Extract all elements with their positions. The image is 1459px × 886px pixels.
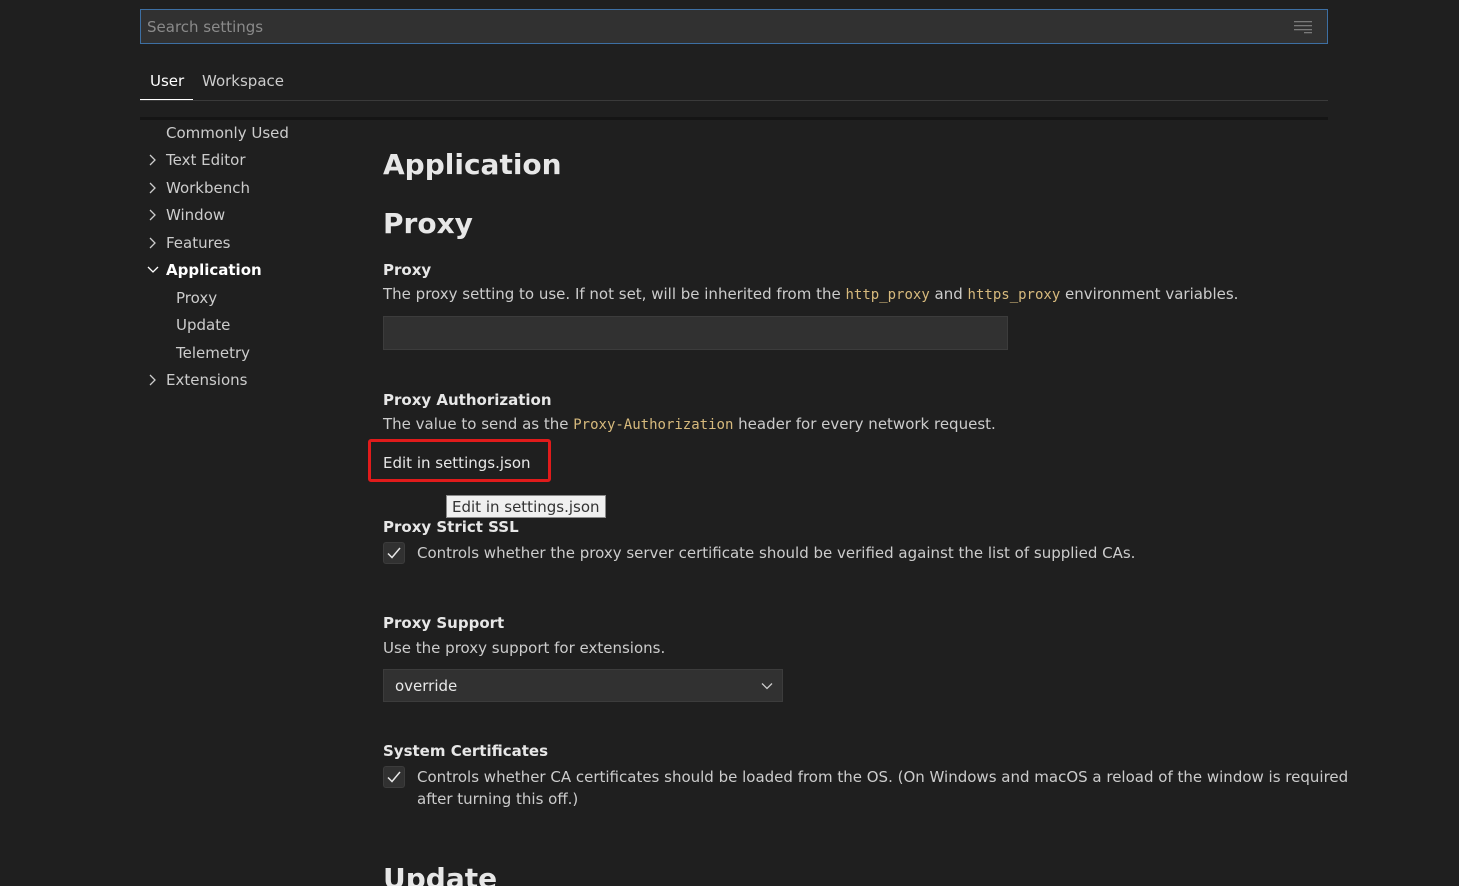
tree-item-label: Update <box>176 316 231 334</box>
tree-item-label: Extensions <box>166 371 248 389</box>
tab-user[interactable]: User <box>139 72 194 100</box>
proxy-support-select[interactable]: override <box>383 669 783 702</box>
check-icon <box>387 771 401 783</box>
highlight-annotation-box <box>368 439 551 482</box>
chevron-right-icon <box>149 154 156 166</box>
chevron-right-icon <box>149 182 156 194</box>
setting-proxy-authorization-description: The value to send as the Proxy-Authoriza… <box>383 415 996 433</box>
tree-item-label: Features <box>166 234 231 252</box>
filter-icon[interactable] <box>1293 19 1313 35</box>
code-http-proxy: http_proxy <box>845 287 930 303</box>
settings-scope-tabs: User Workspace <box>139 68 1328 101</box>
desc-text: and <box>929 285 968 303</box>
check-icon <box>387 547 401 559</box>
chevron-down-icon <box>147 266 159 273</box>
setting-system-certificates-description-line2: after turning this off.) <box>417 790 579 808</box>
section-title: Application <box>383 148 562 181</box>
setting-system-certificates-description-line1: Controls whether CA certificates should … <box>417 768 1349 786</box>
tree-item-label: Telemetry <box>176 344 251 362</box>
setting-system-certificates-title: System Certificates <box>383 742 548 760</box>
setting-proxy-support-description: Use the proxy support for extensions. <box>383 639 666 657</box>
subsection-title: Proxy <box>383 207 473 240</box>
tree-item-label: Text Editor <box>166 151 246 169</box>
next-section-title: Update <box>383 862 498 886</box>
chevron-right-icon <box>149 237 156 249</box>
code-https-proxy: https_proxy <box>967 287 1061 303</box>
chevron-right-icon <box>149 209 156 221</box>
tree-item-label: Commonly Used <box>166 124 289 142</box>
tree-item-label: Application <box>166 261 262 279</box>
tab-workspace[interactable]: Workspace <box>202 72 284 90</box>
desc-text: environment variables. <box>1060 285 1239 303</box>
setting-proxy-strict-ssl-description: Controls whether the proxy server certif… <box>417 544 1136 562</box>
header-divider <box>140 117 1328 120</box>
select-value: override <box>395 677 458 695</box>
setting-proxy-strict-ssl-title: Proxy Strict SSL <box>383 518 519 536</box>
chevron-right-icon <box>149 374 156 386</box>
search-input[interactable] <box>141 10 1287 43</box>
tree-item-label: Workbench <box>166 179 250 197</box>
desc-text: The value to send as the <box>383 415 574 433</box>
chevron-down-icon <box>761 683 773 690</box>
proxy-input[interactable] <box>383 316 1008 350</box>
desc-text: The proxy setting to use. If not set, wi… <box>383 285 846 303</box>
setting-proxy-description: The proxy setting to use. If not set, wi… <box>383 285 1238 303</box>
setting-proxy-authorization-title: Proxy Authorization <box>383 391 552 409</box>
system-certificates-checkbox[interactable] <box>383 766 405 788</box>
search-box <box>140 9 1328 44</box>
code-proxy-authorization: Proxy-Authorization <box>573 417 734 433</box>
setting-proxy-support-title: Proxy Support <box>383 614 505 632</box>
tooltip: Edit in settings.json <box>446 495 606 518</box>
desc-text: header for every network request. <box>733 415 996 433</box>
tree-item-label: Window <box>166 206 226 224</box>
tree-item-label: Proxy <box>176 289 218 307</box>
setting-proxy-title: Proxy <box>383 261 432 279</box>
settings-editor: User Workspace Commonly Used Text Editor… <box>0 0 1459 886</box>
proxy-strict-ssl-checkbox[interactable] <box>383 542 405 564</box>
